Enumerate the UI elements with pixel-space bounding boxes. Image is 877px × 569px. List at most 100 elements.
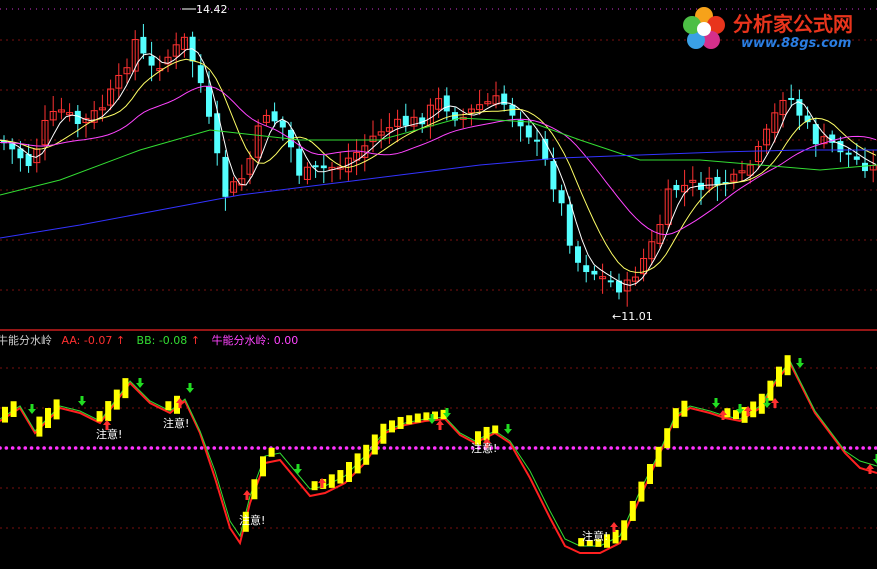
- rising-bar: [724, 408, 731, 418]
- rising-bar: [681, 400, 688, 417]
- rising-bar: [655, 446, 662, 467]
- rising-bar: [629, 500, 636, 521]
- low-marker: ←11.01: [612, 310, 653, 323]
- sell-arrow-icon: [873, 454, 877, 464]
- rising-bar: [647, 464, 653, 484]
- bb-up-arrow-icon: ↑: [191, 334, 200, 347]
- rising-bar: [346, 462, 352, 482]
- rising-bar: [776, 366, 782, 387]
- candle-body-down: [812, 124, 819, 145]
- candle-body-down: [312, 165, 319, 168]
- candle-body-down: [591, 270, 598, 275]
- rising-bar: [122, 378, 129, 399]
- sell-arrow-icon: [186, 383, 194, 393]
- moving-averages: [0, 48, 877, 286]
- rising-bar: [621, 520, 628, 541]
- buy-arrow-icon: [436, 420, 444, 430]
- candle-body-down: [320, 165, 327, 169]
- aa-line: [0, 361, 877, 554]
- candle-body-down: [525, 125, 532, 138]
- stock-chart: 14.42 ←11.01 牛能分水岭 AA: -0.07 ↑ BB: -0.08…: [0, 3, 877, 554]
- aa-label: AA: -0.07: [62, 334, 113, 347]
- rising-bar: [767, 380, 774, 401]
- rising-bar: [389, 420, 395, 433]
- sell-arrow-icon: [28, 404, 36, 414]
- candle-body-down: [534, 139, 540, 142]
- candle-body-down: [222, 156, 229, 197]
- rising-bar: [165, 401, 172, 411]
- rising-bar: [363, 444, 370, 465]
- candle-body-down: [862, 162, 868, 172]
- candle-body-down: [788, 97, 795, 100]
- candle-body-down: [550, 161, 557, 190]
- ma120-line: [0, 149, 877, 239]
- indicator-title: 牛能分水岭: [0, 333, 52, 347]
- indicator-header: 牛能分水岭 AA: -0.07 ↑ BB: -0.08 ↑ 牛能分水岭: 0.0…: [0, 333, 298, 347]
- rising-bar: [664, 428, 671, 449]
- candle-body-down: [845, 152, 852, 155]
- rising-bar: [638, 481, 645, 502]
- signal-arrows: [28, 358, 877, 532]
- flower-logo-icon: [683, 7, 725, 49]
- candle-body-down: [402, 115, 409, 126]
- rising-bar: [328, 474, 335, 488]
- rising-bar: [414, 413, 421, 423]
- candle-body-down: [566, 204, 573, 246]
- rising-bar: [36, 416, 43, 437]
- watershed-label: 牛能分水岭: 0.00: [212, 333, 299, 347]
- rising-bar: [45, 408, 51, 428]
- rising-bar: [53, 399, 60, 420]
- rising-bar: [96, 411, 103, 422]
- rising-bar: [113, 389, 120, 410]
- candle-body-down: [575, 246, 581, 263]
- sell-arrow-icon: [78, 396, 86, 406]
- candle-body-down: [148, 56, 155, 66]
- logo-name: 分析家公式网: [733, 12, 853, 36]
- warning-label: 注意!: [96, 427, 122, 441]
- rising-bar: [311, 481, 318, 491]
- candle-body-down: [140, 36, 147, 54]
- ma20-line: [0, 85, 877, 236]
- rising-bar: [2, 406, 8, 423]
- sell-arrow-icon: [504, 424, 512, 434]
- rising-bar: [10, 401, 17, 417]
- bb-line: [0, 360, 877, 547]
- ma60-line: [0, 117, 877, 196]
- candle-body-down: [443, 95, 450, 112]
- rising-bar: [268, 447, 275, 457]
- warning-label: 注意!: [239, 513, 265, 527]
- logo-url: www.88gs.com: [741, 36, 852, 51]
- warning-label: 注意!: [163, 416, 189, 430]
- rising-bar: [750, 401, 757, 418]
- warning-label: 注意!: [471, 441, 497, 455]
- candle-body-down: [296, 148, 303, 176]
- ma5-line: [0, 48, 877, 286]
- site-logo: 分析家公式网 www.88gs.com: [679, 4, 869, 56]
- candle-body-down: [607, 280, 614, 283]
- candle-body-down: [197, 65, 204, 84]
- high-marker: 14.42: [196, 3, 228, 16]
- rising-bar: [380, 423, 387, 444]
- candle-body-down: [558, 190, 565, 204]
- warning-label: 注意!: [582, 529, 608, 543]
- candle-body-down: [853, 156, 860, 160]
- candlesticks: [1, 23, 877, 307]
- rising-bar: [483, 426, 490, 441]
- indicator-lines: [0, 355, 877, 554]
- rising-bar: [105, 401, 112, 422]
- candle-body-down: [583, 265, 590, 273]
- candle-body-down: [279, 120, 286, 128]
- bb-label: BB: -0.08: [137, 334, 188, 347]
- sell-arrow-icon: [136, 378, 144, 388]
- aa-up-arrow-icon: ↑: [116, 334, 125, 347]
- rising-bar: [354, 453, 361, 474]
- rising-bar: [406, 415, 413, 425]
- rising-bar: [672, 408, 679, 429]
- candle-body-down: [206, 86, 212, 117]
- rising-bar: [371, 434, 378, 455]
- sell-arrow-icon: [796, 358, 804, 368]
- sell-arrow-icon: [712, 398, 720, 408]
- candle-body-down: [271, 111, 278, 122]
- rising-bar: [251, 479, 258, 500]
- rising-bar: [397, 416, 404, 429]
